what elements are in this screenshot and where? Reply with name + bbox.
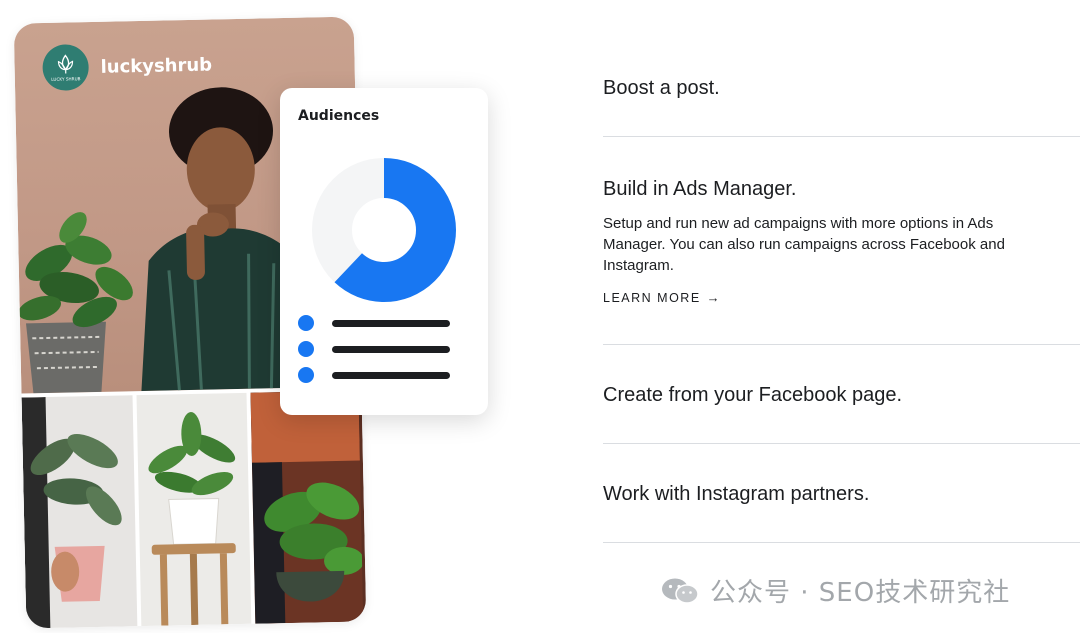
legend-placeholder-line (332, 319, 450, 327)
option-title[interactable]: Build in Ads Manager. (603, 175, 1080, 203)
legend-placeholder-line (332, 345, 450, 353)
arrow-right-icon[interactable]: → (707, 290, 720, 305)
product-photo-grid (21, 390, 367, 629)
learn-more-label[interactable]: LEARN MORE (603, 291, 701, 305)
watermark: 公众号 · SEO技术研究社 (660, 572, 1010, 609)
audiences-card: Audiences (280, 88, 488, 415)
legend-dot (298, 315, 314, 331)
legend-placeholder-line (332, 371, 450, 379)
photo-tile-monstera (250, 390, 367, 624)
watermark-text: 公众号 · SEO技术研究社 (710, 578, 1011, 608)
photo-tile-calathea (21, 395, 138, 629)
option-ads-manager[interactable]: Build in Ads Manager. Setup and run new … (603, 137, 1080, 345)
option-description: Setup and run new ad campaigns with more… (603, 215, 1005, 274)
option-title[interactable]: Create from your Facebook page. (603, 381, 1080, 409)
ad-options-list: Boost a post. Build in Ads Manager. Setu… (603, 60, 1080, 543)
option-instagram-partners[interactable]: Work with Instagram partners. (603, 444, 1080, 543)
calathea-plant-image (21, 397, 122, 629)
legend-item (298, 367, 450, 383)
option-boost-post[interactable]: Boost a post. (603, 60, 1080, 137)
audience-donut-chart (312, 158, 456, 302)
legend-item (298, 315, 450, 331)
option-facebook-page[interactable]: Create from your Facebook page. (603, 345, 1080, 444)
legend-dot (298, 341, 314, 357)
monstera-plant-image (250, 390, 365, 624)
wechat-icon (662, 578, 699, 604)
option-title[interactable]: Boost a post. (603, 74, 1080, 102)
fern-on-stool-image (148, 412, 236, 626)
photo-tile-fern (136, 392, 252, 627)
option-title[interactable]: Work with Instagram partners. (603, 480, 1080, 508)
learn-more-link[interactable]: LEARN MORE → (603, 290, 720, 305)
audiences-title: Audiences (298, 108, 380, 124)
legend-item (298, 341, 450, 357)
legend-dot (298, 367, 314, 383)
